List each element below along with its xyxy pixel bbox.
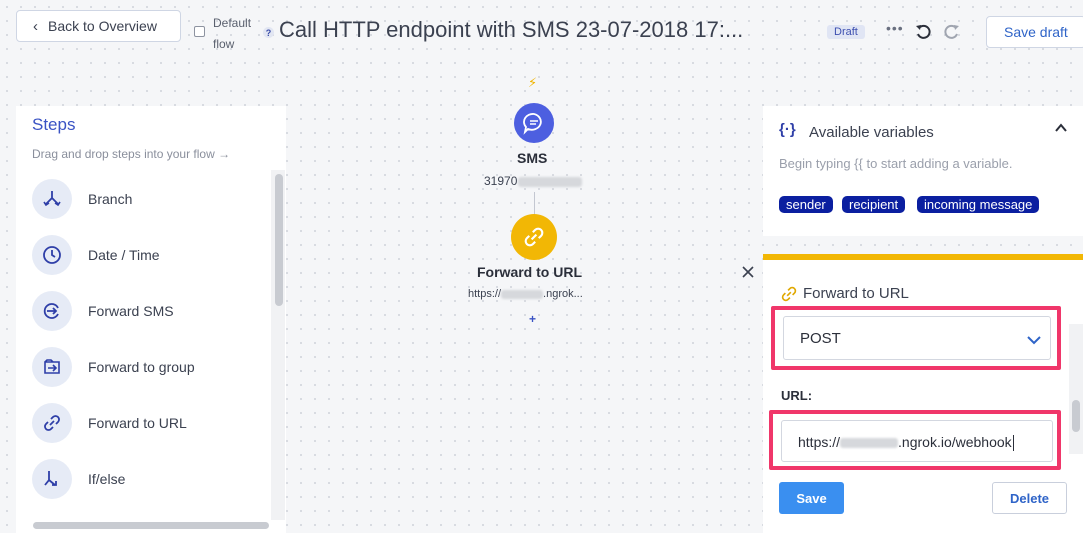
sms-node[interactable]: [514, 103, 554, 143]
url-input-value: https:// .ngrok.io/webhook: [798, 434, 1014, 452]
step-label: Branch: [88, 191, 133, 207]
chevron-left-icon: ‹: [33, 17, 38, 35]
redo-icon[interactable]: [941, 22, 961, 47]
save-draft-button[interactable]: Save draft: [986, 16, 1083, 48]
steps-panel: Steps Drag and drop steps into your flow…: [16, 106, 286, 533]
node-connector: [534, 192, 535, 216]
step-label: Forward to URL: [88, 415, 187, 431]
chevron-down-icon: [1026, 332, 1042, 353]
step-label: If/else: [88, 471, 126, 487]
variable-chip-recipient[interactable]: recipient: [842, 196, 906, 213]
url-field-label: URL:: [781, 388, 813, 403]
step-item-forward-to-group[interactable]: Forward to group: [32, 347, 195, 387]
back-to-overview-button[interactable]: ‹ Back to Overview: [16, 10, 181, 42]
link-icon: [524, 227, 544, 247]
step-item-forward-sms[interactable]: Forward SMS: [32, 291, 174, 331]
step-label: Forward SMS: [88, 303, 174, 319]
help-icon[interactable]: ?: [263, 27, 274, 38]
step-item-branch[interactable]: Branch: [32, 179, 132, 219]
url-prefix: https://: [798, 434, 841, 450]
step-label: Date / Time: [88, 247, 160, 263]
status-badge: Draft: [827, 25, 865, 39]
forward-url-node[interactable]: [511, 214, 557, 260]
http-method-select[interactable]: POST: [783, 316, 1051, 360]
default-flow-label-line1: Default: [213, 16, 252, 30]
clock-icon: [32, 235, 72, 275]
step-label: Forward to group: [88, 359, 195, 375]
sms-node-label: SMS: [517, 150, 548, 166]
step-item-forward-to-url[interactable]: Forward to URL: [32, 403, 187, 443]
default-flow-label-line2: flow: [213, 37, 235, 51]
variables-hint: Begin typing {{ to start adding a variab…: [779, 156, 1013, 171]
step-item-if-else[interactable]: If/else: [32, 459, 125, 499]
url-node-prefix: https://: [468, 288, 502, 300]
variable-chip-incoming-message[interactable]: incoming message: [917, 196, 1040, 213]
chevron-up-icon[interactable]: [1053, 120, 1069, 141]
steps-vertical-scrollbar[interactable]: [275, 174, 283, 306]
redacted-number: [518, 176, 583, 187]
chat-bubble-icon: [523, 113, 542, 135]
step-item-date-time[interactable]: Date / Time: [32, 235, 160, 275]
default-flow-label: Default flow: [213, 13, 251, 55]
forward-url-node-label: Forward to URL: [477, 264, 582, 280]
forward-url-node-subtitle: https:// .ngrok...: [468, 288, 583, 300]
branch-icon: [32, 179, 72, 219]
steps-title: Steps: [32, 115, 76, 134]
config-scrollbar[interactable]: [1072, 400, 1080, 432]
steps-subtitle: Drag and drop steps into your flow →: [32, 147, 231, 161]
save-button[interactable]: Save: [779, 482, 844, 514]
steps-horizontal-scrollbar[interactable]: [33, 522, 269, 529]
http-method-value: POST: [800, 330, 841, 347]
redacted-subdomain: [840, 438, 899, 449]
text-caret: [1012, 435, 1014, 452]
forward-url-config-panel: Forward to URL POST URL: https:// .ngrok.…: [763, 254, 1083, 533]
link-icon: [32, 403, 72, 443]
config-scrollbar-track: [1069, 324, 1083, 454]
add-step-icon[interactable]: +: [529, 312, 536, 326]
sms-number-prefix: 31970: [484, 174, 518, 188]
forward-sms-icon: [32, 291, 72, 331]
url-suffix: .ngrok.io/webhook: [898, 434, 1012, 450]
flow-title[interactable]: Call HTTP endpoint with SMS 23-07-2018 1…: [279, 17, 743, 43]
variables-title: Available variables: [809, 124, 934, 141]
if-else-icon: [32, 459, 72, 499]
undo-icon[interactable]: [914, 22, 934, 47]
forward-group-icon: [32, 347, 72, 387]
url-input[interactable]: https:// .ngrok.io/webhook: [781, 420, 1053, 462]
url-node-suffix: .ngrok...: [543, 288, 583, 300]
redacted-host: [501, 289, 544, 299]
more-options-icon[interactable]: •••: [886, 20, 904, 36]
back-label: Back to Overview: [48, 18, 157, 34]
sms-node-number: 31970: [484, 174, 583, 188]
default-flow-checkbox[interactable]: [194, 26, 205, 37]
trigger-bolt-icon: ⚡: [528, 75, 538, 90]
variables-icon: {·}: [779, 121, 796, 138]
delete-button[interactable]: Delete: [992, 482, 1067, 514]
available-variables-panel: {·} Available variables Begin typing {{ …: [763, 106, 1083, 236]
variable-chip-sender[interactable]: sender: [779, 196, 833, 213]
config-title: Forward to URL: [803, 285, 909, 302]
close-icon[interactable]: [741, 265, 755, 284]
